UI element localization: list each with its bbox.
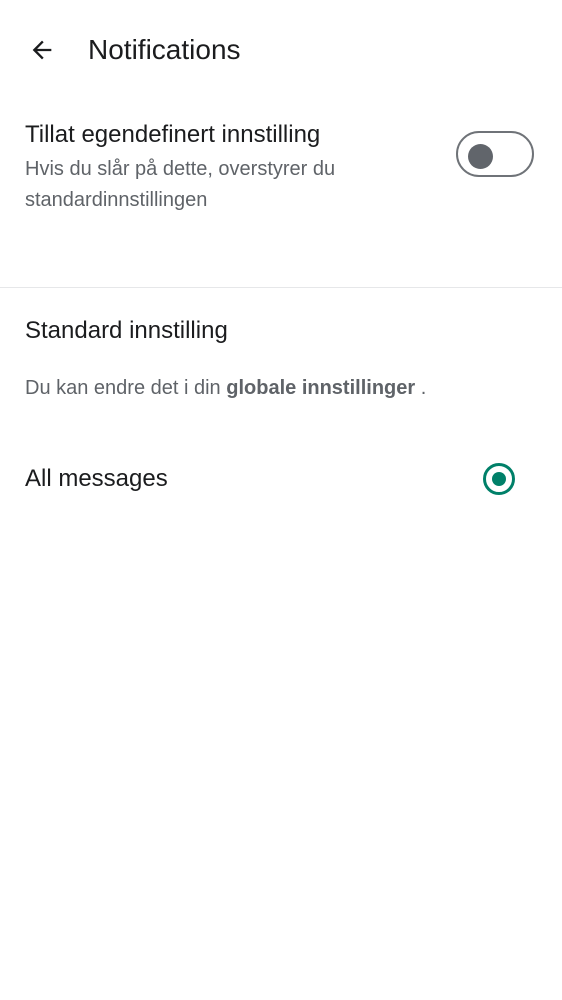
custom-setting-row[interactable]: Tillat egendefinert innstilling Hvis du … [0,106,562,266]
standard-section-description: Du kan endre det i din globale innstilli… [25,373,426,403]
standard-section-title: Standard innstilling [25,317,228,344]
custom-setting-toggle[interactable] [456,131,534,177]
global-settings-link[interactable]: globale innstillinger [226,377,415,399]
toggle-knob [468,143,493,169]
description-suffix: . [415,377,427,399]
custom-setting-title: Tillat egendefinert innstilling [25,121,321,148]
option-label: All messages [25,465,168,492]
description-prefix: Du kan endre det i din [25,377,227,399]
app-bar: Notifications [0,0,562,100]
radio-button-selected[interactable] [483,463,515,495]
custom-setting-description: Hvis du slår på dette, overstyrer du sta… [25,158,336,211]
page-title: Notifications [88,34,241,65]
radio-dot [492,472,506,486]
back-button[interactable] [18,26,66,74]
divider [0,287,562,288]
option-all-messages[interactable]: All messages [0,440,562,518]
arrow-left-icon [32,40,52,60]
